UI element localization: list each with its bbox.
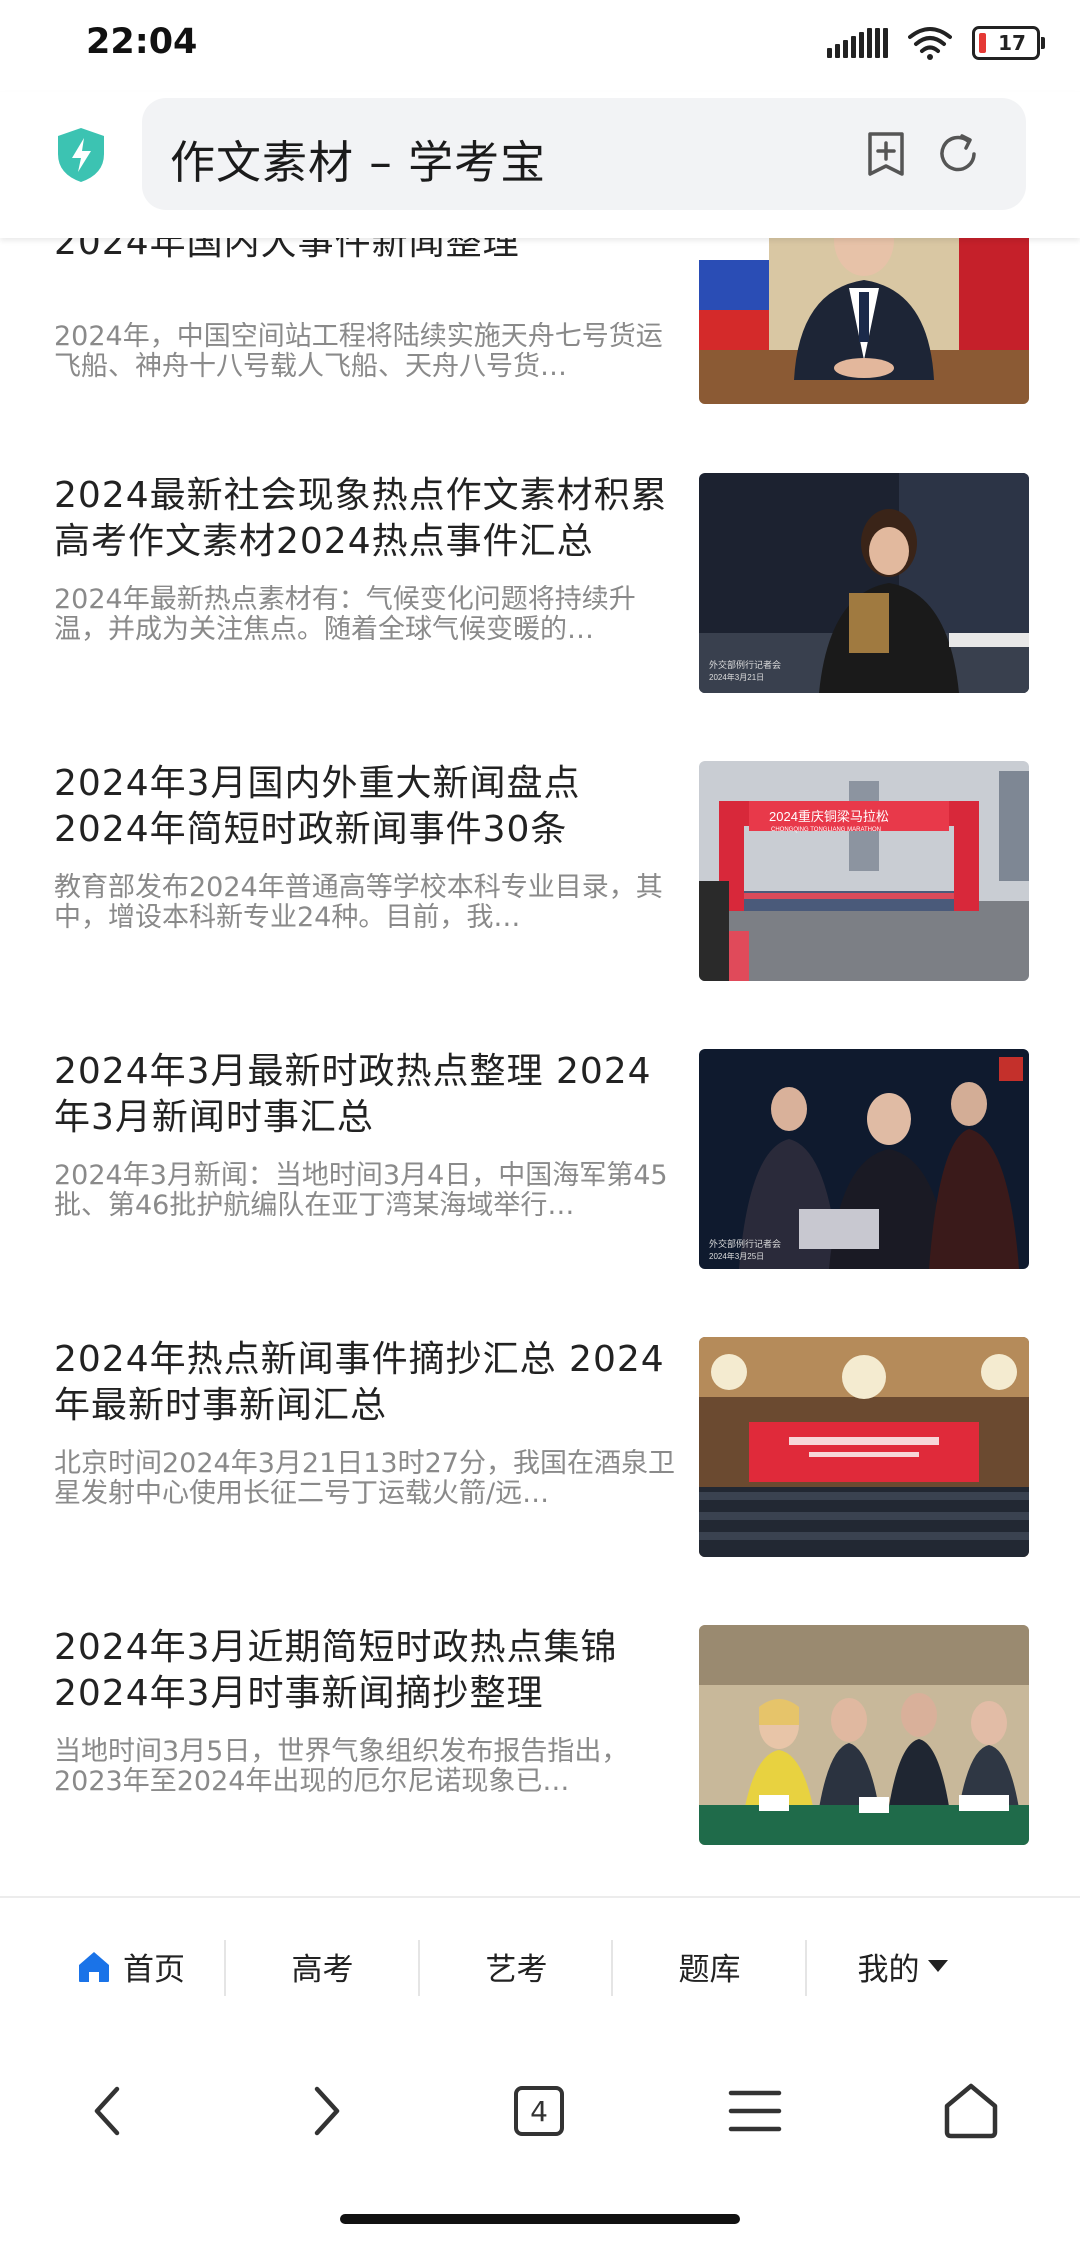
thumbnail-caption-date: 2024年3月25日 <box>709 1251 764 1261</box>
article-summary: 当地时间3月5日，世界气象组织发布报告指出，2023年至2024年出现的厄尔尼诺… <box>54 1737 629 1797</box>
url-field[interactable]: 作文素材 – 学考宝 <box>142 98 1026 210</box>
status-bar: 22:04 17 <box>0 0 1080 92</box>
nav-gaokao-label: 高考 <box>291 1951 354 1988</box>
article-summary: 北京时间2024年3月21日13时27分，我国在酒泉卫星发射中心使用长征二号丁运… <box>54 1449 675 1509</box>
article-list: 2024年国内外热点新闻大事件汇总 2024年国内大事件新闻整理 2024年，中… <box>0 200 1080 1896</box>
thumbnail-caption: 2024重庆铜梁马拉松 <box>769 809 889 824</box>
address-bar: 作文素材 – 学考宝 <box>0 92 1080 238</box>
article-summary: 2024年3月新闻：当地时间3月4日，中国海军第45批、第46批护航编队在亚丁湾… <box>54 1161 668 1221</box>
battery-icon: 17 <box>972 26 1045 60</box>
article-item[interactable]: 2024年3月国内外重大新闻盘点 2024年简短时政新闻事件30条 教育部发布2… <box>54 761 1029 981</box>
article-item[interactable]: 2024年热点新闻事件摘抄汇总 2024年最新时事新闻汇总 北京时间2024年3… <box>54 1337 1029 1557</box>
article-title[interactable]: 2024年3月近期简短时政热点集锦 2024年3月时事新闻摘抄整理 <box>54 1625 678 1717</box>
tab-count: 4 <box>530 2094 548 2128</box>
thumbnail-caption-en: CHONGQING TONGLIANG MARATHON <box>771 827 881 833</box>
article-thumbnail[interactable]: 2024重庆铜梁马拉松 CHONGQING TONGLIANG MARATHON <box>699 761 1029 981</box>
article-summary: 2024年，中国空间站工程将陆续实施天舟七号货运飞船、神舟十八号载人飞船、天舟八… <box>54 322 663 382</box>
forward-button[interactable] <box>292 2076 362 2146</box>
tabs-icon: 4 <box>514 2086 564 2136</box>
article-item[interactable]: 2024最新社会现象热点作文素材积累 高考作文素材2024热点事件汇总 2024… <box>54 473 1029 693</box>
article-title[interactable]: 2024年3月国内外重大新闻盘点 2024年简短时政新闻事件30条 <box>54 761 678 853</box>
nav-home-label: 首页 <box>123 1951 185 1988</box>
home-button[interactable] <box>936 2076 1006 2146</box>
article-thumbnail[interactable] <box>699 1625 1029 1845</box>
nav-question-bank[interactable]: 题库 <box>617 1898 802 2034</box>
shield-icon[interactable] <box>54 126 108 184</box>
home-outline-icon <box>944 2083 998 2139</box>
menu-button[interactable] <box>720 2076 790 2146</box>
site-nav: 首页 高考 艺考 题库 我的 <box>0 1896 1080 2036</box>
signal-icon <box>827 28 888 58</box>
thumbnail-caption-date: 2024年3月21日 <box>709 672 764 682</box>
wifi-icon <box>908 27 952 60</box>
article-title[interactable]: 2024年3月最新时政热点整理 2024年3月新闻时事汇总 <box>54 1049 678 1141</box>
nav-divider <box>418 1940 420 1996</box>
nav-divider <box>805 1940 807 1996</box>
nav-mine-label: 我的 <box>857 1951 920 1988</box>
status-time: 22:04 <box>86 22 198 62</box>
home-icon <box>79 1952 109 1982</box>
forward-icon <box>314 2086 340 2136</box>
add-bookmark-icon[interactable] <box>860 128 912 180</box>
back-button[interactable] <box>72 2076 142 2146</box>
thumbnail-caption: 外交部例行记者会 <box>709 1238 781 1249</box>
status-icons: 17 <box>827 26 1045 60</box>
page-title[interactable]: 作文素材 – 学考宝 <box>170 126 546 191</box>
article-title[interactable]: 2024最新社会现象热点作文素材积累 高考作文素材2024热点事件汇总 <box>54 473 678 565</box>
article-item[interactable]: 2024年3月近期简短时政热点集锦 2024年3月时事新闻摘抄整理 当地时间3月… <box>54 1625 1029 1845</box>
nav-yikao[interactable]: 艺考 <box>424 1898 609 2034</box>
back-icon <box>94 2086 120 2136</box>
battery-level: 17 <box>998 31 1026 55</box>
caret-down-icon <box>927 1960 948 1972</box>
nav-mine[interactable]: 我的 <box>811 1898 996 2034</box>
article-summary: 教育部发布2024年普通高等学校本科专业目录，其中，增设本科新专业24种。目前，… <box>54 873 663 933</box>
tabs-button[interactable]: 4 <box>504 2076 574 2146</box>
nav-divider <box>611 1940 613 1996</box>
home-indicator[interactable] <box>340 2214 740 2224</box>
article-summary: 2024年最新热点素材有：气候变化问题将持续升温，并成为关注焦点。随着全球气候变… <box>54 585 636 645</box>
refresh-icon[interactable] <box>932 128 984 180</box>
browser-toolbar: 4 <box>0 2034 1080 2244</box>
article-thumbnail[interactable] <box>699 1337 1029 1557</box>
article-thumbnail[interactable]: 外交部例行记者会 2024年3月21日 <box>699 473 1029 693</box>
nav-gaokao[interactable]: 高考 <box>230 1898 415 2034</box>
article-thumbnail[interactable]: 外交部例行记者会 2024年3月25日 <box>699 1049 1029 1269</box>
thumbnail-caption: 外交部例行记者会 <box>709 659 781 670</box>
article-title[interactable]: 2024年热点新闻事件摘抄汇总 2024年最新时事新闻汇总 <box>54 1337 678 1429</box>
article-item[interactable]: 2024年3月最新时政热点整理 2024年3月新闻时事汇总 2024年3月新闻：… <box>54 1049 1029 1269</box>
nav-question-bank-label: 题库 <box>678 1951 741 1988</box>
nav-divider <box>224 1940 226 1996</box>
menu-icon <box>728 2090 782 2132</box>
nav-yikao-label: 艺考 <box>485 1951 548 1988</box>
nav-home[interactable]: 首页 <box>40 1898 220 2034</box>
